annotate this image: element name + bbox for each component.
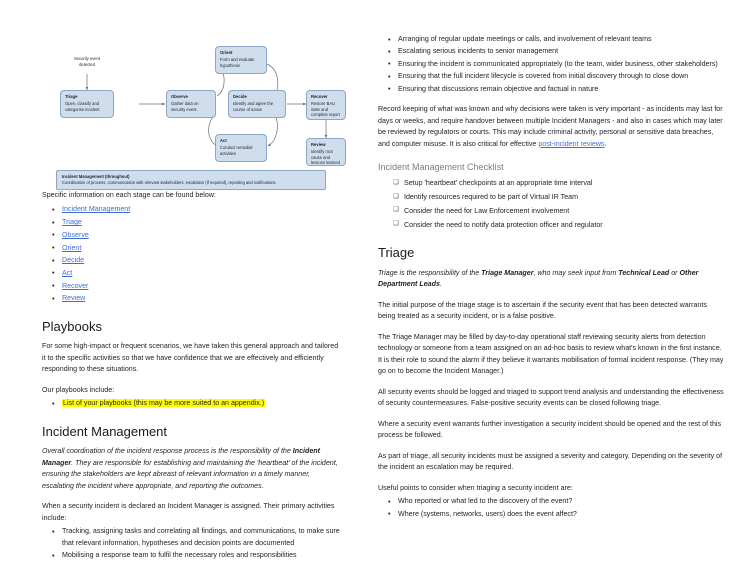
stage-link-recover[interactable]: Recover [62,282,88,290]
triage-paragraph-3: All security events should be logged and… [378,387,724,408]
triage-italic-part-1: Triage is the responsibility of the [378,268,482,277]
list-item: Escalating serious incidents to senior m… [388,46,726,59]
diagram-node-decide[interactable]: Decide Identify and agree the course of … [228,90,286,118]
stage-link-triage[interactable]: Triage [62,218,82,226]
incident-management-activities-list: Tracking, assigning tasks and correlatin… [42,526,342,562]
triage-italic-paragraph: Triage is the responsibility of the Tria… [378,268,726,291]
list-item: Decide [52,255,342,268]
list-item: Act [52,267,342,280]
diagram-node-act[interactable]: Act Conduct remedial activities [215,134,267,162]
triage-italic-part-4: . [439,280,442,289]
playbooks-paragraph: For some high-impact or frequent scenari… [42,342,339,374]
list-item: Ensuring the incident is communicated ap… [388,58,726,71]
list-item: List of your playbooks (this may be more… [52,398,342,410]
list-item: Ensuring that discussions remain objecti… [388,83,726,96]
checklist-item[interactable]: Setup 'heartbeat' checkpoints at an appr… [393,178,726,189]
stages-intro-text: Specific information on each stage can b… [42,191,216,199]
incident-management-heading: Incident Management [42,423,168,439]
stage-link-incident-management[interactable]: Incident Management [62,205,130,213]
document-page: Security event detected Triage Open, cla… [0,0,740,562]
list-item: Who reported or what led to the discover… [388,496,726,509]
incident-management-paragraph-2: When a security incident is declared an … [42,502,335,522]
triage-points-list: Who reported or what led to the discover… [378,496,726,521]
playbooks-list: List of your playbooks (this may be more… [42,398,342,410]
checklist-item[interactable]: Identify resources required to be part o… [393,192,726,203]
triage-italic-part-2: , who may seek input from [533,268,619,277]
list-item: Tracking, assigning tasks and correlatin… [52,526,342,549]
triage-role-triage-manager: Triage Manager [481,268,534,277]
triage-italic-part-3: or [669,268,680,277]
list-item: Mobilising a response team to fulfil the… [52,550,342,562]
triage-heading: Triage [378,245,415,261]
im-italic-part-2: . They are responsible for establishing … [42,458,338,490]
incident-management-checklist: Setup 'heartbeat' checkpoints at an appr… [378,178,726,231]
list-item: Observe [52,229,342,242]
stage-link-act[interactable]: Act [62,269,72,277]
right-column: Arranging of regular update meetings or … [360,0,740,524]
playbooks-highlighted-item: List of your playbooks (this may be more… [62,399,266,408]
record-keeping-period: . [604,139,607,148]
diagram-node-triage[interactable]: Triage Open, classify and categorise inc… [60,90,114,118]
stage-link-review[interactable]: Review [62,294,85,302]
playbooks-intro: Our playbooks include: [42,385,115,394]
stage-link-list: Incident Management Triage Observe Orien… [42,204,342,306]
list-item: Recover [52,280,342,293]
stage-link-decide[interactable]: Decide [62,256,84,264]
triage-paragraph-5: As part of triage, all security incident… [378,451,723,472]
diagram-node-recover[interactable]: Recover Restore BAU state and complete r… [306,90,346,120]
diagram-node-orient[interactable]: Orient Form and evaluate hypothesis [215,46,267,74]
diagram-incident-management-band: Incident Management (throughout) Coordin… [56,170,326,191]
incident-management-italic-paragraph: Overall coordination of the incident res… [42,446,342,492]
record-keeping-paragraph: Record keeping of what was known and why… [378,104,726,150]
stage-link-observe[interactable]: Observe [62,231,89,239]
im-responsibilities-list: Arranging of regular update meetings or … [378,33,726,96]
triage-paragraph-6: Useful points to consider when triaging … [378,483,573,492]
triage-paragraph-1: The initial purpose of the triage stage … [378,300,707,321]
diagram-event-caption: Security event detected [74,56,100,67]
diagram-node-review[interactable]: Review Identify root cause and lessons l… [306,138,346,166]
left-column: Security event detected Triage Open, cla… [0,0,360,562]
playbooks-heading: Playbooks [42,318,102,334]
list-item: Review [52,293,342,306]
list-item: Arranging of regular update meetings or … [388,33,726,46]
diagram-node-observe[interactable]: Observe Gather data on security event [166,90,216,118]
list-item: Triage [52,217,342,230]
post-incident-reviews-link[interactable]: post-incident reviews [538,140,604,148]
stage-link-orient[interactable]: Orient [62,244,81,252]
list-item: Ensuring that the full incident lifecycl… [388,71,726,84]
checklist-item[interactable]: Consider the need to notify data protect… [393,219,726,231]
triage-paragraph-4: Where a security event warrants further … [378,419,722,440]
checklist-item[interactable]: Consider the need for Law Enforcement in… [393,205,726,217]
list-item: Where (systems, networks, users) does th… [388,508,726,521]
incident-management-checklist-heading: Incident Management Checklist [378,162,504,173]
triage-role-technical-lead: Technical Lead [618,268,670,277]
im-italic-part-1: Overall coordination of the incident res… [42,447,293,456]
list-item: Orient [52,242,342,255]
triage-paragraph-2: The Triage Manager may be filled by day-… [378,332,724,376]
list-item: Incident Management [52,204,342,217]
incident-response-flow-diagram: Security event detected Triage Open, cla… [54,34,346,191]
